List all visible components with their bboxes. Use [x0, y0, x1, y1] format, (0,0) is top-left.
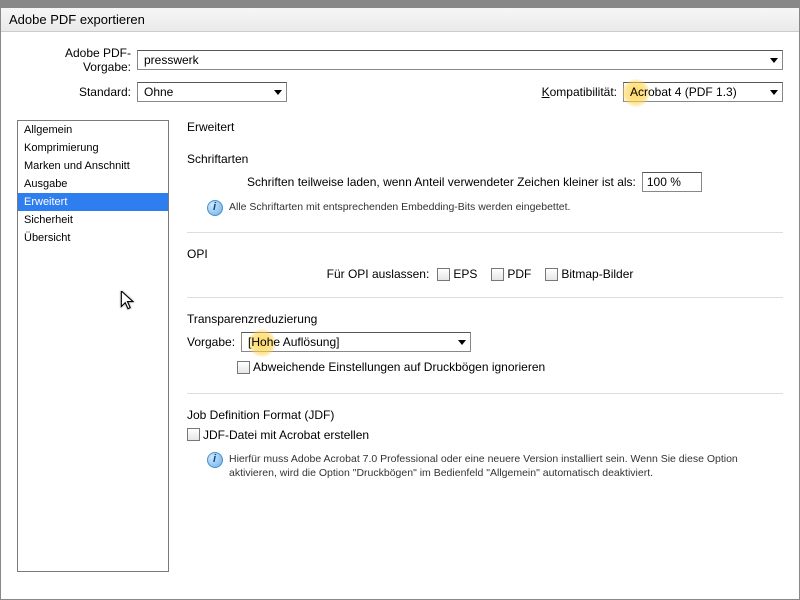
jdf-create-checkbox[interactable]: JDF-Datei mit Acrobat erstellen	[187, 428, 369, 442]
info-icon	[207, 200, 223, 216]
compat-select[interactable]: Acrobat 4 (PDF 1.3)	[623, 82, 783, 102]
transparency-preset-label: Vorgabe:	[187, 335, 241, 349]
opi-omit-label: Für OPI auslassen:	[327, 267, 430, 281]
sidebar-item-ausgabe[interactable]: Ausgabe	[18, 175, 168, 193]
opi-title: OPI	[187, 247, 783, 261]
fonts-title: Schriftarten	[187, 152, 783, 166]
opi-eps-checkbox[interactable]: EPS	[437, 267, 477, 281]
jdf-info-text: Hierfür muss Adobe Acrobat 7.0 Professio…	[229, 452, 783, 480]
opi-section: OPI Für OPI auslassen: EPS PDF Bitmap-Bi…	[187, 247, 783, 298]
info-icon	[207, 452, 223, 468]
sidebar-item-komprimierung[interactable]: Komprimierung	[18, 139, 168, 157]
preset-label: Adobe PDF-Vorgabe:	[17, 46, 137, 74]
sidebar-item-sicherheit[interactable]: Sicherheit	[18, 211, 168, 229]
export-pdf-dialog: Adobe PDF exportieren Adobe PDF-Vorgabe:…	[0, 7, 800, 600]
jdf-title: Job Definition Format (JDF)	[187, 408, 783, 422]
pdf-preset-select[interactable]: presswerk	[137, 50, 783, 70]
chevron-down-icon	[770, 90, 778, 95]
subset-label: Schriften teilweise laden, wenn Anteil v…	[247, 175, 642, 189]
transparency-preset-select[interactable]: [Hohe Auflösung]	[241, 332, 471, 352]
opi-pdf-checkbox[interactable]: PDF	[491, 267, 531, 281]
opi-bitmap-checkbox[interactable]: Bitmap-Bilder	[545, 267, 633, 281]
sidebar-item-allgemein[interactable]: Allgemein	[18, 121, 168, 139]
ignore-overrides-checkbox[interactable]: Abweichende Einstellungen auf Druckbögen…	[237, 360, 545, 374]
jdf-section: Job Definition Format (JDF) JDF-Datei mi…	[187, 408, 783, 497]
chevron-down-icon	[770, 58, 778, 63]
standard-value: Ohne	[144, 85, 173, 99]
compat-value: Acrobat 4 (PDF 1.3)	[630, 85, 737, 99]
sidebar-item-marken[interactable]: Marken und Anschnitt	[18, 157, 168, 175]
subset-percent-input[interactable]: 100 %	[642, 172, 702, 192]
chevron-down-icon	[458, 340, 466, 345]
compat-label: Kompatibilität:	[542, 85, 623, 99]
sidebar: Allgemein Komprimierung Marken und Ansch…	[17, 120, 169, 572]
pdf-preset-value: presswerk	[144, 53, 199, 67]
content-heading: Erweitert	[187, 120, 783, 134]
sidebar-item-uebersicht[interactable]: Übersicht	[18, 229, 168, 247]
transparency-title: Transparenzreduzierung	[187, 312, 783, 326]
content-panel: Erweitert Schriftarten Schriften teilwei…	[169, 120, 783, 572]
top-controls: Adobe PDF-Vorgabe: presswerk Standard: O…	[1, 32, 799, 120]
fonts-section: Schriftarten Schriften teilweise laden, …	[187, 152, 783, 233]
sidebar-item-erweitert[interactable]: Erweitert	[18, 193, 168, 211]
transparency-section: Transparenzreduzierung Vorgabe: [Hohe Au…	[187, 312, 783, 394]
fonts-info-text: Alle Schriftarten mit entsprechenden Emb…	[229, 200, 570, 214]
standard-label: Standard:	[17, 85, 137, 99]
standard-select[interactable]: Ohne	[137, 82, 287, 102]
chevron-down-icon	[274, 90, 282, 95]
transparency-preset-value: [Hohe Auflösung]	[248, 335, 339, 349]
dialog-title: Adobe PDF exportieren	[1, 8, 799, 32]
